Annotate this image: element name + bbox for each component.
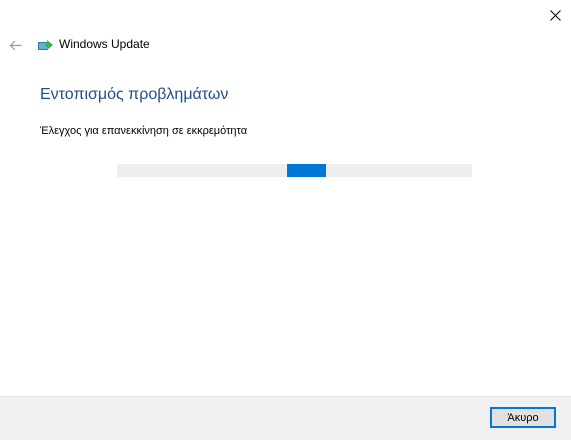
back-arrow-icon (9, 40, 21, 50)
back-button[interactable] (5, 35, 25, 55)
close-icon (550, 9, 561, 21)
windows-update-icon (38, 40, 53, 50)
troubleshooter-window: Windows Update Εντοπισμός προβλημάτων Έλ… (0, 0, 571, 440)
status-text: Έλεγχος για επανεκκίνηση σε εκκρεμότητα (40, 125, 248, 137)
page-heading: Εντοπισμός προβλημάτων (40, 86, 229, 103)
app-title: Windows Update (59, 37, 150, 51)
close-button[interactable] (540, 0, 571, 30)
progress-bar (117, 164, 472, 177)
progress-indicator (287, 164, 327, 177)
cancel-button[interactable]: Άκυρο (490, 407, 556, 428)
footer-bar: Άκυρο (0, 396, 571, 440)
